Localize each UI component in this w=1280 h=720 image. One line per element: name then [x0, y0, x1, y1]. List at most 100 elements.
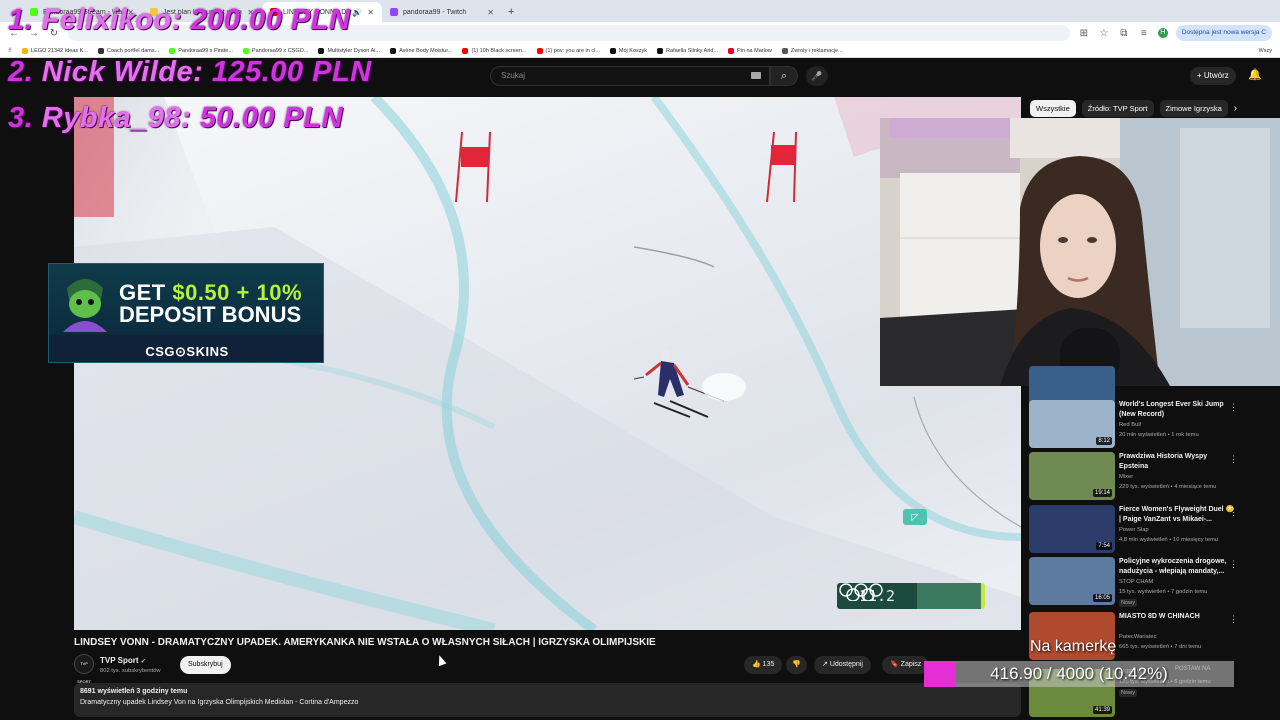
all-bookmarks-folder[interactable]: Wszy [1259, 48, 1272, 54]
install-icon[interactable]: ⊞ [1078, 28, 1090, 39]
video-thumbnail[interactable]: 19:14 [1029, 452, 1115, 500]
new-tab-button[interactable]: + [508, 2, 514, 22]
notifications-bell-icon[interactable]: 🔔 [1248, 68, 1262, 81]
race-timer: 11.2 [837, 583, 985, 609]
related-video-item[interactable]: 19:14 Prawdziwa Historia Wyspy Epsteina Mi… [1029, 452, 1249, 504]
related-video-channel[interactable]: STOP CHAM [1119, 579, 1153, 585]
related-video-channel[interactable]: PatecWariatec [1119, 634, 1156, 640]
chevron-right-icon[interactable]: › [1234, 100, 1237, 118]
channel-name[interactable]: TVP Sport ✔ [100, 656, 146, 665]
bookmark-label: (1) 10h Black screen... [471, 47, 527, 54]
video-thumbnail[interactable]: 7:54 [1029, 505, 1115, 553]
related-video-item[interactable]: 7:54 Fierce Women's Flyweight Duel 😳 | Pa… [1029, 505, 1249, 557]
rank: 1. [8, 4, 34, 36]
rank: 3. [8, 102, 34, 134]
related-video-meta: 4,8 mln wyświetleń • 10 miesięcy temu [1119, 537, 1219, 543]
browser-tab-3[interactable]: pandoraa99 - Twitch ✕ [382, 2, 502, 22]
channel-avatar[interactable]: TVP SPORT [74, 654, 94, 684]
related-video-title[interactable]: MIASTO 8D W CHINACH [1119, 612, 1237, 622]
search-button[interactable]: ⌕ [770, 66, 798, 86]
donation-goal-bar: 416.90 / 4000 (10.42%) [924, 661, 1234, 687]
bookmark-label: Avène Body Moistur... [399, 47, 453, 54]
more-options-icon[interactable]: ⋮ [1229, 559, 1238, 570]
close-icon[interactable]: ✕ [487, 8, 494, 17]
bookmark-item[interactable]: Coach portfel dams... [97, 47, 160, 54]
bookmark-item[interactable]: Multistyler Dyson Ai... [318, 47, 380, 54]
bookmark-item[interactable]: Avène Body Moistur... [390, 47, 453, 54]
profile-avatar[interactable]: H [1157, 28, 1168, 38]
apps-grid-icon[interactable]: ⠿ [8, 48, 12, 54]
bookmark-item[interactable]: Mój Koszyk [609, 47, 647, 54]
bookmark-favicon-icon [242, 47, 249, 54]
bookmark-favicon-icon [609, 47, 616, 54]
view-count: 8691 wyświetleń 3 godziny temu [80, 688, 188, 695]
video-duration: 19:14 [1092, 489, 1112, 497]
related-video-title[interactable]: Prawdziwa Historia Wyspy Epsteina [1119, 452, 1237, 471]
subscribe-button[interactable]: Subskrybuj [180, 656, 231, 674]
video-thumbnail[interactable]: 16:05 [1029, 557, 1115, 605]
goal-label: Na kamerkę [1030, 638, 1117, 655]
tab-title: pandoraa99 - Twitch [403, 8, 467, 16]
related-video-item[interactable]: 8:12 World's Longest Ever Ski Jump (New R… [1029, 400, 1249, 452]
related-video-title[interactable]: Fierce Women's Flyweight Duel 😳 | Paige … [1119, 505, 1237, 524]
related-video-channel[interactable]: Red Bull [1119, 422, 1141, 428]
speaker-icon[interactable]: 🔊 [352, 8, 362, 17]
like-button[interactable]: 👍 135 [744, 656, 783, 674]
chip-source[interactable]: Źródło: TVP Sport [1081, 100, 1154, 117]
chip-all[interactable]: Wszystkie [1030, 100, 1076, 117]
video-duration: 7:54 [1096, 542, 1112, 550]
update-notice-button[interactable]: Dostępna jest nowa wersja C [1175, 25, 1272, 41]
dislike-button[interactable]: 👎 [786, 656, 807, 674]
related-video-title[interactable]: World's Longest Ever Ski Jump (New Recor… [1119, 400, 1237, 419]
related-video-channel[interactable]: Mixer [1119, 474, 1133, 480]
bookmark-favicon-icon [462, 47, 469, 54]
thumbs-down-icon: 👎 [792, 661, 801, 668]
more-options-icon[interactable]: ⋮ [1229, 402, 1238, 413]
more-options-icon[interactable]: ⋮ [1229, 507, 1238, 518]
bookmark-item[interactable]: Pin na Marlow [728, 47, 772, 54]
related-video-channel[interactable]: Power Slap [1119, 527, 1149, 533]
donation-amount: 200.00 PLN [190, 4, 351, 36]
bookmark-favicon-icon [536, 47, 543, 54]
related-video-meta: 20 mln wyświetleń • 1 rok temu [1119, 432, 1199, 438]
keyboard-icon[interactable] [751, 72, 761, 79]
bookmark-item[interactable]: Pandoraa99 x CSGO... [242, 47, 308, 54]
like-count: 135 [762, 661, 775, 668]
create-button[interactable]: + Utwórz [1190, 67, 1236, 85]
video-player[interactable]: ◸ 11.2 [74, 97, 1021, 630]
bookmark-item[interactable]: (1) 10h Black screen... [462, 47, 527, 54]
bookmark-label: LEGO 21342 Ideas K... [31, 47, 88, 54]
ad-brand-logo: CSG⊙SKINS [145, 344, 229, 359]
description-box[interactable]: 8691 wyświetleń 3 godziny temu Dramatycz… [74, 683, 1021, 717]
bookmark-item[interactable]: Rafaella Slinky Arid... [657, 47, 718, 54]
bookmark-star-icon[interactable]: ☆ [1098, 28, 1110, 39]
bookmark-item[interactable]: Pandoraa99 x Pirate... [169, 47, 233, 54]
bookmark-favicon-icon [728, 47, 735, 54]
channel-name-text: TVP Sport [100, 656, 139, 665]
mascot-icon [63, 279, 107, 332]
related-video-meta: 15 tys. wyświetleń • 7 godzin temu [1119, 589, 1208, 595]
voice-search-button[interactable]: 🎤 [806, 66, 828, 86]
more-options-icon[interactable]: ⋮ [1229, 454, 1238, 465]
media-icon[interactable]: ≡ [1138, 28, 1150, 39]
save-button[interactable]: 🔖 Zapisz [882, 656, 930, 674]
related-video-title[interactable]: Policyjne wykroczenia drogowe, nadużycia… [1119, 557, 1237, 576]
bookmark-item[interactable]: LEGO 21342 Ideas K... [22, 47, 88, 54]
bookmark-favicon-icon [22, 47, 29, 54]
donor-name: Rybka_98: [41, 102, 192, 134]
bookmark-favicon-icon [97, 47, 104, 54]
video-title: LINDSEY VONN - DRAMATYCZNY UPADEK. AMERY… [74, 637, 656, 648]
chip-winter-games[interactable]: Zimowe Igrzyska [1159, 100, 1228, 117]
video-thumbnail[interactable]: 8:12 [1029, 400, 1115, 448]
share-button[interactable]: ↗ Udostępnij [814, 656, 871, 674]
extensions-icon[interactable]: ⧉ [1118, 28, 1130, 39]
description-text: Dramatyczny upadek Lindsey Von na Igrzys… [80, 699, 359, 706]
related-video-item[interactable]: 16:05 Policyjne wykroczenia drogowe, nadu… [1029, 557, 1249, 609]
more-options-icon[interactable]: ⋮ [1229, 614, 1238, 625]
close-icon[interactable]: ✕ [367, 8, 374, 17]
create-label: Utwórz [1203, 71, 1229, 80]
bookmark-item[interactable]: (1) pov: you are in cl... [536, 47, 600, 54]
bookmark-item[interactable]: Zwroty i reklamacje... [781, 47, 843, 54]
bookmark-label: Coach portfel dams... [106, 47, 160, 54]
search-input[interactable]: Szukaj [490, 66, 770, 86]
